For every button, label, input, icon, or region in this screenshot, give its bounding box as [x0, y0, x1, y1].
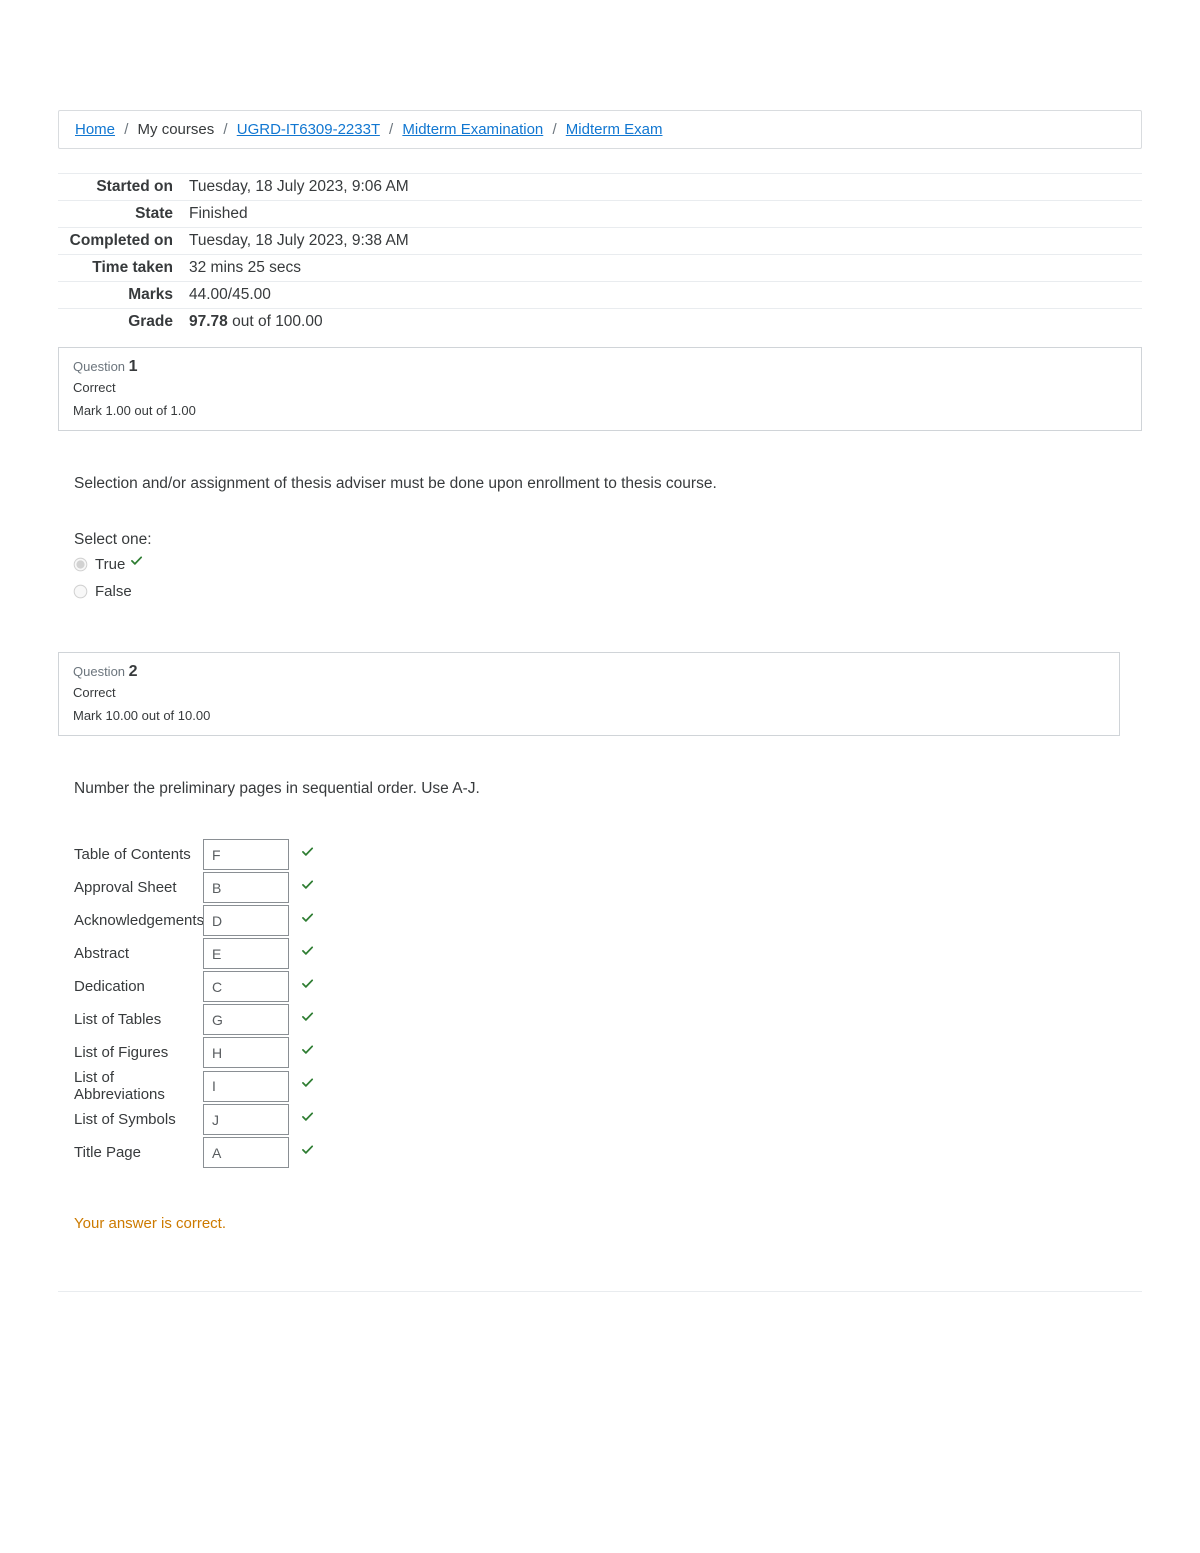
- match-label: Title Page: [74, 1144, 197, 1161]
- match-label: Abstract: [74, 945, 197, 962]
- match-input[interactable]: [203, 905, 289, 936]
- breadcrumb-sep: /: [124, 121, 128, 138]
- correct-check-icon: [301, 1044, 315, 1062]
- match-row: Dedication: [74, 970, 1142, 1003]
- match-row: List of Tables: [74, 1003, 1142, 1036]
- option-true-label: True: [95, 556, 125, 573]
- correct-check-icon: [301, 846, 315, 864]
- match-input[interactable]: [203, 1137, 289, 1168]
- value-time-taken: 32 mins 25 secs: [181, 255, 1142, 282]
- radio-true[interactable]: [74, 557, 88, 571]
- question-1-text: Selection and/or assignment of thesis ad…: [74, 475, 1142, 493]
- question-number: 2: [129, 663, 138, 680]
- match-row: Table of Contents: [74, 838, 1142, 871]
- match-input[interactable]: [203, 1004, 289, 1035]
- match-row: Abstract: [74, 937, 1142, 970]
- breadcrumb-activity[interactable]: Midterm Exam: [566, 121, 663, 138]
- grade-score: 97.78: [189, 313, 228, 330]
- correct-check-icon: [301, 1144, 315, 1162]
- label-started-on: Started on: [58, 174, 181, 201]
- breadcrumb-course[interactable]: UGRD-IT6309-2233T: [237, 121, 380, 138]
- match-label: List of Abbreviations: [74, 1069, 197, 1103]
- option-false-label: False: [95, 583, 132, 600]
- match-input[interactable]: [203, 1037, 289, 1068]
- value-marks: 44.00/45.00: [181, 282, 1142, 309]
- match-row: List of Figures: [74, 1036, 1142, 1069]
- matching-table: Table of Contents Approval Sheet Acknowled…: [74, 838, 1142, 1169]
- correct-check-icon: [301, 1111, 315, 1129]
- match-row: Acknowledgements: [74, 904, 1142, 937]
- radio-false[interactable]: [74, 585, 88, 599]
- question-2-text: Number the preliminary pages in sequenti…: [74, 780, 1142, 798]
- label-state: State: [58, 201, 181, 228]
- label-marks: Marks: [58, 282, 181, 309]
- match-label: Acknowledgements: [74, 912, 197, 929]
- match-input[interactable]: [203, 872, 289, 903]
- match-label: List of Figures: [74, 1044, 197, 1061]
- question-mark: Mark 1.00 out of 1.00: [73, 403, 1127, 418]
- match-label: List of Symbols: [74, 1111, 197, 1128]
- correct-check-icon: [301, 945, 315, 963]
- breadcrumb-section[interactable]: Midterm Examination: [402, 121, 543, 138]
- value-state: Finished: [181, 201, 1142, 228]
- breadcrumb-sep: /: [223, 121, 227, 138]
- question-1-header: Question 1 Correct Mark 1.00 out of 1.00: [58, 347, 1142, 431]
- match-input[interactable]: [203, 839, 289, 870]
- match-input[interactable]: [203, 1104, 289, 1135]
- correct-check-icon: [301, 912, 315, 930]
- question-word: Question: [73, 359, 129, 374]
- breadcrumb-sep: /: [389, 121, 393, 138]
- match-input[interactable]: [203, 1071, 289, 1102]
- value-started-on: Tuesday, 18 July 2023, 9:06 AM: [181, 174, 1142, 201]
- correct-check-icon: [130, 555, 144, 573]
- question-2-body: Number the preliminary pages in sequenti…: [58, 736, 1142, 1232]
- question-number: 1: [129, 358, 138, 375]
- label-grade: Grade: [58, 309, 181, 336]
- attempt-summary-table: Started on Tuesday, 18 July 2023, 9:06 A…: [58, 173, 1142, 335]
- question-word: Question: [73, 664, 129, 679]
- question-2-header: Question 2 Correct Mark 10.00 out of 10.…: [58, 652, 1120, 736]
- match-label: Approval Sheet: [74, 879, 197, 896]
- correct-check-icon: [301, 1077, 315, 1095]
- question-mark: Mark 10.00 out of 10.00: [73, 708, 1105, 723]
- value-completed-on: Tuesday, 18 July 2023, 9:38 AM: [181, 228, 1142, 255]
- label-time-taken: Time taken: [58, 255, 181, 282]
- match-input[interactable]: [203, 971, 289, 1002]
- match-input[interactable]: [203, 938, 289, 969]
- breadcrumb-mycourses: My courses: [138, 121, 215, 138]
- match-row: List of Abbreviations: [74, 1069, 1142, 1103]
- breadcrumb-home[interactable]: Home: [75, 121, 115, 138]
- question-state: Correct: [73, 685, 1105, 700]
- correct-check-icon: [301, 879, 315, 897]
- match-row: List of Symbols: [74, 1103, 1142, 1136]
- question-1-body: Selection and/or assignment of thesis ad…: [58, 431, 1142, 600]
- answer-feedback: Your answer is correct.: [74, 1215, 1142, 1232]
- match-label: Dedication: [74, 978, 197, 995]
- correct-check-icon: [301, 978, 315, 996]
- match-label: Table of Contents: [74, 846, 197, 863]
- match-row: Approval Sheet: [74, 871, 1142, 904]
- question-state: Correct: [73, 380, 1127, 395]
- option-true-row: True: [74, 555, 1142, 573]
- option-false-row: False: [74, 583, 1142, 600]
- match-row: Title Page: [74, 1136, 1142, 1169]
- grade-out-of: out of 100.00: [228, 313, 323, 330]
- label-completed-on: Completed on: [58, 228, 181, 255]
- breadcrumb-sep: /: [552, 121, 556, 138]
- breadcrumb: Home / My courses / UGRD-IT6309-2233T / …: [58, 110, 1142, 149]
- match-label: List of Tables: [74, 1011, 197, 1028]
- select-one-prompt: Select one:: [74, 531, 1142, 549]
- value-grade: 97.78 out of 100.00: [181, 309, 1142, 336]
- correct-check-icon: [301, 1011, 315, 1029]
